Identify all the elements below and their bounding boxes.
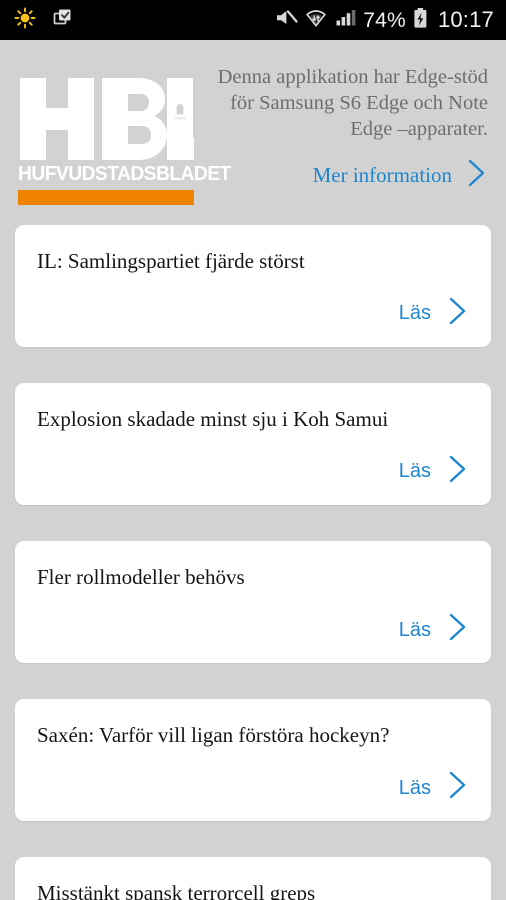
read-article-button[interactable]: Läs: [37, 612, 469, 647]
more-information-link[interactable]: Mer information: [208, 158, 488, 193]
hbl-logo-mark: [18, 76, 194, 162]
status-bar-clock: 10:17: [437, 7, 494, 32]
read-label: Läs: [398, 618, 431, 641]
article-feed: IL: Samlingspartiet fjärde störst Läs Ex…: [0, 217, 506, 900]
charging-battery-icon: [413, 7, 428, 34]
article-card[interactable]: IL: Samlingspartiet fjärde störst Läs: [15, 224, 491, 347]
article-title: Misstänkt spansk terrorcell greps: [37, 881, 316, 900]
article-title: IL: Samlingspartiet fjärde störst: [37, 248, 305, 273]
chevron-right-icon: [447, 612, 469, 647]
wifi-icon: [305, 7, 327, 34]
article-title: Fler rollmodeller behövs: [37, 564, 245, 589]
read-article-button[interactable]: Läs: [37, 454, 469, 489]
edge-promo: Denna applikation har Edge-stöd för Sams…: [194, 62, 488, 193]
article-card[interactable]: Misstänkt spansk terrorcell greps Läs: [15, 857, 491, 900]
article-card[interactable]: Explosion skadade minst sju i Koh Samui …: [15, 382, 491, 505]
read-article-button[interactable]: Läs: [37, 770, 469, 805]
status-bar: 74% 10:17: [0, 0, 506, 40]
read-label: Läs: [398, 460, 431, 483]
chevron-right-icon: [447, 454, 469, 489]
cellular-signal-icon: [334, 7, 356, 34]
battery-percent-label: 74%: [363, 8, 406, 32]
more-information-label: Mer information: [312, 163, 452, 188]
app-header: HUFVUDSTADSBLADET Denna applikation har …: [0, 40, 506, 217]
article-title: Saxén: Varför vill ligan förstöra hockey…: [37, 723, 390, 748]
chevron-right-icon: [447, 770, 469, 805]
hbl-letters-and-tower: [20, 78, 194, 160]
hbl-logo[interactable]: HUFVUDSTADSBLADET: [18, 62, 231, 205]
read-label: Läs: [398, 776, 431, 799]
clipboard-check-icon: [52, 7, 74, 34]
status-bar-right-icons: 74% 10:17: [274, 7, 494, 34]
article-card[interactable]: Saxén: Varför vill ligan förstöra hockey…: [15, 699, 491, 822]
mute-icon: [274, 7, 298, 34]
edge-promo-text: Denna applikation har Edge-stöd för Sams…: [217, 66, 488, 141]
hbl-wordmark: HUFVUDSTADSBLADET: [18, 162, 231, 185]
read-label: Läs: [398, 302, 431, 325]
chevron-right-icon: [466, 158, 488, 193]
article-title: Explosion skadade minst sju i Koh Samui: [37, 406, 389, 431]
status-bar-left-icons: [14, 7, 74, 34]
hbl-accent-bar: [18, 189, 194, 205]
article-card[interactable]: Fler rollmodeller behövs Läs: [15, 540, 491, 664]
read-article-button[interactable]: Läs: [37, 296, 469, 331]
brightness-sun-icon: [14, 7, 36, 34]
chevron-right-icon: [447, 296, 469, 331]
